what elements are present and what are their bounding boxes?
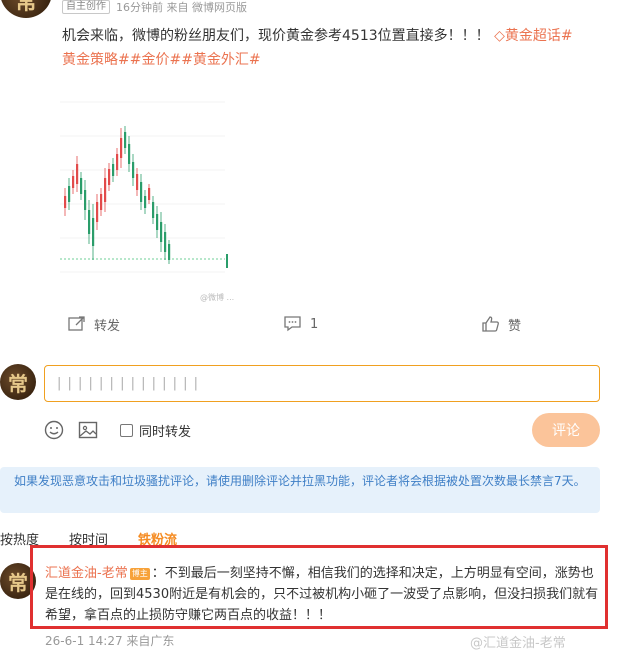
candle-body (116, 154, 119, 170)
comment-input[interactable]: | | | | | | | | | | | | | | (44, 365, 600, 402)
candle-body (152, 202, 155, 218)
post-meta: 自主创作 16分钟前 来自 微博网页版 (62, 0, 247, 14)
candle-body (120, 138, 123, 158)
candle-body (68, 186, 71, 202)
candle-body (88, 210, 91, 234)
emoji-icon[interactable] (44, 420, 64, 440)
thumbs-up-icon (482, 316, 500, 332)
candle-body (168, 244, 171, 260)
composer-tools: 同时转发 (44, 418, 191, 442)
post-chart-image[interactable] (60, 82, 232, 300)
post-text: 机会来临，微博的粉丝朋友们，现价黄金参考4513位置直接多！！！ ◇黄金超话# … (62, 24, 610, 72)
candle-body (226, 254, 228, 268)
original-badge: 自主创作 (62, 0, 110, 14)
my-avatar[interactable]: 常 (0, 364, 36, 400)
comment-input-value: | | | | | | | | | | | | | | (57, 376, 200, 391)
candle-body (156, 214, 159, 230)
post-time-source: 16分钟前 来自 微博网页版 (116, 1, 247, 14)
forward-button[interactable]: 转发 (68, 314, 120, 334)
candle-body (92, 218, 95, 246)
submit-comment-button[interactable]: 评论 (532, 413, 600, 447)
candle-body (128, 144, 131, 164)
candle-body (144, 196, 147, 208)
candle-body (148, 188, 151, 200)
candle-body (108, 169, 111, 185)
comment-item: 汇道金油-老常 博主 ：不到最后一刻坚持不懈，相信我们的选择和决定，上方明显有空间，… (45, 563, 603, 626)
candle-body (160, 222, 163, 242)
comment-button[interactable]: 1 (284, 314, 318, 334)
candle-body (96, 202, 99, 222)
candle-body (72, 176, 75, 188)
candle-body (136, 174, 139, 190)
checkbox-box[interactable] (120, 423, 133, 437)
screenshot-watermark: @汇道金油-老常 (470, 636, 566, 651)
comment-time-location: 26-6-1 14:27 来自广东 (45, 634, 175, 648)
candle-body (104, 178, 107, 202)
image-upload-icon[interactable] (78, 420, 98, 440)
candle-body (124, 132, 127, 148)
topic-icon: ◇ (494, 28, 505, 44)
candle-body (80, 178, 83, 194)
candle-body (100, 194, 103, 210)
comment-meta: 26-6-1 14:27 来自广东 (45, 632, 174, 649)
forward-icon (68, 316, 86, 332)
candle-body (132, 162, 135, 178)
repost-checkbox[interactable]: 同时转发 (120, 421, 191, 440)
author-badge: 博主 (129, 568, 150, 580)
candle-body (84, 190, 87, 210)
comment-icon (284, 316, 302, 332)
candle-body (112, 164, 115, 176)
like-button[interactable]: 赞 (482, 314, 521, 334)
topic-link-gold[interactable]: ◇黄金超话# (494, 28, 573, 44)
candle-body (76, 164, 79, 184)
candle-body (64, 196, 67, 208)
candle-body (140, 182, 143, 202)
post-body: 机会来临，微博的粉丝朋友们，现价黄金参考4513位置直接多！！！ (62, 28, 490, 44)
candle-body (164, 232, 167, 252)
moderation-notice: 如果发现恶意攻击和垃圾骚扰评论，请使用删除评论并拉黑功能，评论者将会根据被处置次… (0, 467, 600, 513)
topic-links[interactable]: 黄金策略##金价##黄金外汇# (62, 52, 261, 68)
image-watermark: @微博 ... (200, 293, 235, 302)
candlestick-chart (60, 101, 228, 273)
commenter-name[interactable]: 汇道金油-老常 (45, 566, 128, 581)
author-avatar[interactable]: 常 (0, 0, 52, 18)
